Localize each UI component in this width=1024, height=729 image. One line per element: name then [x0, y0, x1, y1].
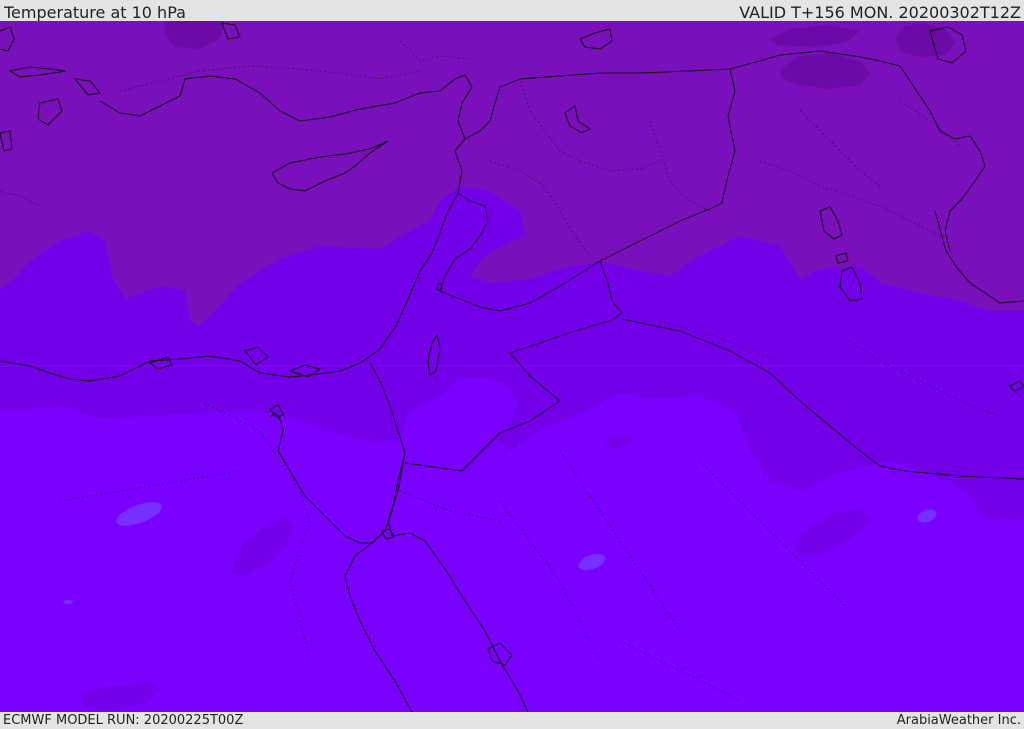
valid-time: VALID T+156 MON. 20200302T12Z — [739, 3, 1021, 22]
band-cool-spot-4 — [63, 600, 73, 604]
map-footer: ECMWF MODEL RUN: 20200225T00Z ArabiaWeat… — [0, 712, 1024, 729]
temperature-map[interactable] — [0, 21, 1024, 712]
credit-label: ArabiaWeather Inc. — [896, 713, 1021, 728]
model-run-label: ECMWF MODEL RUN: 20200225T00Z — [3, 713, 244, 728]
map-header: Temperature at 10 hPa VALID T+156 MON. 2… — [0, 0, 1024, 22]
map-title: Temperature at 10 hPa — [4, 3, 186, 22]
map-canvas — [0, 21, 1024, 712]
